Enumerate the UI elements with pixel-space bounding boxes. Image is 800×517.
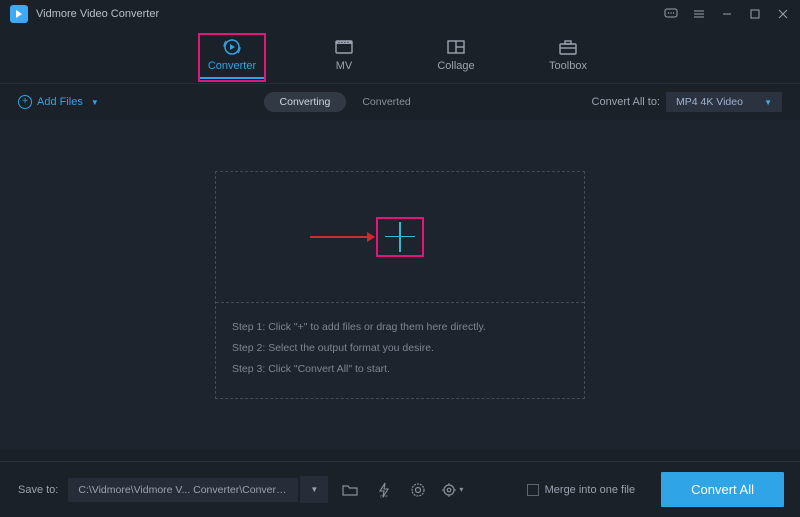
tab-collage[interactable]: Collage [426,37,486,78]
annotation-arrow-icon [310,236,374,238]
merge-label: Merge into one file [545,484,636,496]
converter-icon [220,37,244,57]
convert-all-to-group: Convert All to: MP4 4K Video ▼ [592,92,782,112]
output-format-select[interactable]: MP4 4K Video ▼ [666,92,782,112]
footer: Save to: C:\Vidmore\Vidmore V... Convert… [0,461,800,517]
plus-circle-icon: + [18,95,32,109]
dropzone-upper [216,172,584,302]
step-2: Step 2: Select the output format you des… [232,338,568,359]
save-to-label: Save to: [18,484,58,496]
mv-icon [332,37,356,57]
tab-label: Collage [437,60,474,72]
add-files-plus-button[interactable] [376,217,424,257]
feedback-icon[interactable] [664,7,678,21]
maximize-button[interactable] [748,7,762,21]
tab-label: Converter [208,60,256,72]
chevron-down-icon: ▾ [459,485,463,494]
main-tabbar: Converter MV Collage Toolbox [0,28,800,84]
merge-checkbox[interactable]: Merge into one file [527,484,636,496]
minimize-button[interactable] [720,7,734,21]
tab-toolbox[interactable]: Toolbox [538,37,598,78]
output-format-value: MP4 4K Video [676,96,743,108]
convert-all-to-label: Convert All to: [592,96,660,108]
save-path-group: C:\Vidmore\Vidmore V... Converter\Conver… [68,476,328,503]
tab-mv[interactable]: MV [314,37,374,78]
pill-converted[interactable]: Converted [346,92,426,112]
dropzone[interactable]: Step 1: Click "+" to add files or drag t… [215,171,585,399]
tab-label: Toolbox [549,60,587,72]
high-speed-button[interactable] [406,478,430,502]
pill-converting[interactable]: Converting [264,92,347,112]
instruction-steps: Step 1: Click "+" to add files or drag t… [216,303,584,398]
plus-icon [385,222,415,252]
subbar: + Add Files ▼ Converting Converted Conve… [0,84,800,120]
window-controls [664,7,790,21]
status-filter: Converting Converted [264,92,427,112]
save-path-input[interactable]: C:\Vidmore\Vidmore V... Converter\Conver… [68,478,298,502]
close-button[interactable] [776,7,790,21]
tab-converter[interactable]: Converter [202,37,262,78]
step-3: Step 3: Click "Convert All" to start. [232,359,568,380]
add-files-label: Add Files [37,96,83,108]
open-folder-button[interactable] [338,478,362,502]
titlebar: Vidmore Video Converter [0,0,800,28]
chevron-down-icon: ▼ [764,98,772,107]
toolbox-icon [556,37,580,57]
checkbox-icon [527,484,539,496]
tab-label: MV [336,60,353,72]
settings-button[interactable]: ▾ [440,478,464,502]
chevron-down-icon: ▼ [91,98,99,107]
save-path-dropdown[interactable]: ▼ [300,476,328,503]
menu-icon[interactable] [692,7,706,21]
app-title: Vidmore Video Converter [36,8,664,20]
convert-all-button[interactable]: Convert All [661,472,784,507]
app-logo-icon [10,5,28,23]
svg-text:OFF: OFF [380,493,389,498]
main-stage: Step 1: Click "+" to add files or drag t… [0,120,800,449]
collage-icon [444,37,468,57]
add-files-button[interactable]: + Add Files ▼ [18,95,99,109]
step-1: Step 1: Click "+" to add files or drag t… [232,317,568,338]
hw-accel-button[interactable]: OFF [372,478,396,502]
